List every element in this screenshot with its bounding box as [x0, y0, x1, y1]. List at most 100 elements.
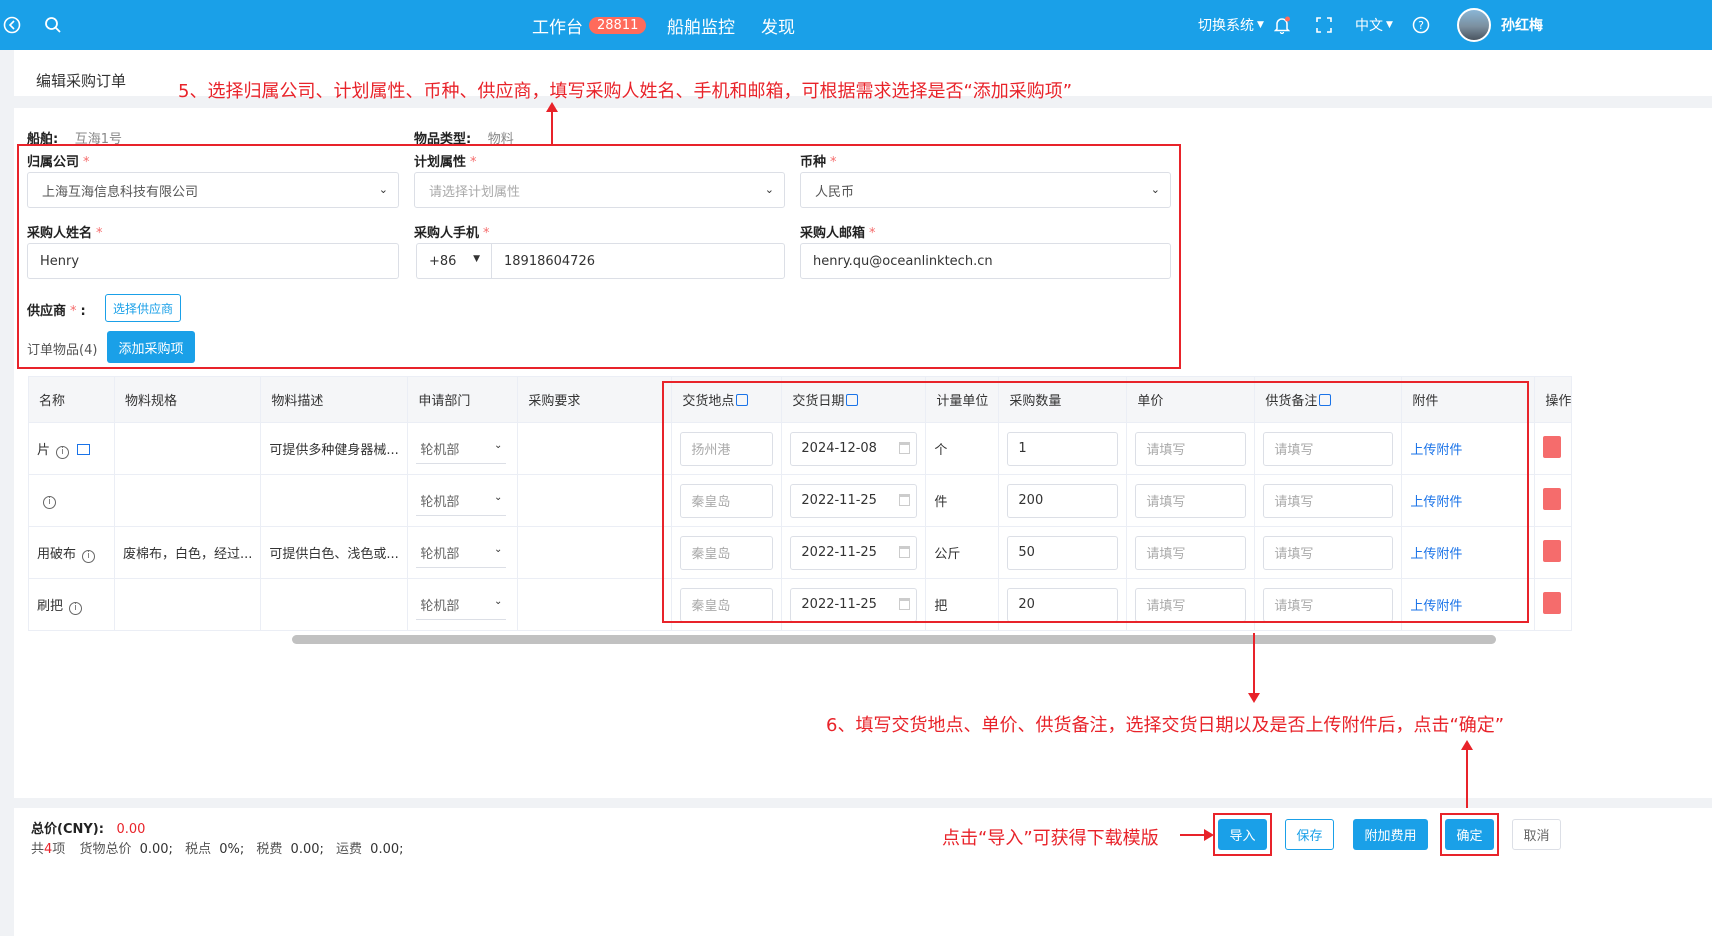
info-icon[interactable]: i	[82, 549, 96, 563]
required-mark: *	[83, 155, 90, 170]
dept-cell: 轮机部 ⌄	[407, 474, 519, 527]
requirement-cell	[517, 422, 673, 475]
company-select[interactable]: 上海互海信息科技有限公司 ⌄	[27, 172, 399, 208]
chevron-down-icon: ⌄	[494, 595, 503, 607]
dept-cell: 轮机部 ⌄	[407, 422, 519, 475]
buyer-name-input[interactable]: Henry	[27, 243, 399, 279]
currency-select-value: 人民币	[815, 184, 855, 200]
svg-text:?: ?	[1418, 19, 1424, 32]
user-menu[interactable]: 孙红梅	[1457, 0, 1543, 50]
step6-arrow	[1253, 633, 1255, 695]
phone-code-select[interactable]: +86 ▼	[416, 243, 492, 279]
action-cell	[1534, 526, 1573, 579]
dept-cell: 轮机部 ⌄	[407, 526, 519, 579]
dept-select[interactable]: 轮机部 ⌄	[416, 538, 507, 568]
dept-cell: 轮机部 ⌄	[407, 578, 519, 631]
confirm-arrow-head	[1461, 740, 1473, 750]
currency-label-text: 币种	[800, 155, 827, 170]
count-suffix: 项	[52, 842, 66, 857]
delete-icon[interactable]	[1543, 435, 1562, 458]
buyer-email-input[interactable]: henry.qu@oceanlinktech.cn	[800, 243, 1171, 279]
currency-select[interactable]: 人民币 ⌄	[800, 172, 1171, 208]
save-button[interactable]: 保存	[1285, 819, 1334, 850]
nav-discover[interactable]: 发现	[761, 0, 795, 50]
confirm-arrow	[1466, 746, 1468, 814]
language-dropdown[interactable]: 中文 ▼	[1355, 0, 1393, 50]
col-header-requirement: 采购要求	[517, 376, 673, 423]
item-name: 片	[37, 442, 51, 458]
item-spec	[113, 474, 262, 527]
select-supplier-button[interactable]: 选择供应商	[105, 294, 181, 322]
company-select-value: 上海互海信息科技有限公司	[42, 184, 199, 200]
buyer-phone-label-text: 采购人手机	[414, 226, 480, 241]
tax-rate-label: 税点	[185, 842, 212, 857]
delete-icon[interactable]	[1543, 591, 1562, 614]
nav-workbench-label: 工作台	[532, 17, 583, 38]
item-desc: 可提供白色、浅色或...	[260, 526, 409, 579]
item-name-cell: 片i	[28, 422, 115, 475]
buyer-email-label-text: 采购人邮箱	[800, 226, 866, 241]
dept-select[interactable]: 轮机部 ⌄	[416, 434, 507, 464]
item-name-cell: 用破布 i	[28, 526, 115, 579]
action-cell	[1534, 422, 1573, 475]
delete-icon[interactable]	[1543, 487, 1562, 510]
total-price-label: 总价(CNY):	[31, 822, 104, 837]
plan-attr-select[interactable]: 请选择计划属性 ⌄	[414, 172, 785, 208]
chevron-down-icon: ⌄	[764, 183, 774, 196]
search-icon[interactable]	[41, 13, 65, 37]
required-mark: *	[470, 155, 477, 170]
nav-vessel-monitor[interactable]: 船舶监控	[667, 0, 735, 50]
buyer-phone-input[interactable]: 18918604726	[491, 243, 785, 279]
col-header-spec: 物料规格	[113, 376, 262, 423]
col-header-name: 名称	[28, 376, 115, 423]
confirm-button[interactable]: 确定	[1445, 819, 1494, 850]
avatar	[1457, 8, 1491, 42]
summary-line: 共4项 货物总价 0.00; 税点 0%; 税费 0.00; 运费 0.00;	[31, 838, 404, 857]
chevron-down-icon: ⌄	[1150, 183, 1160, 196]
cancel-button[interactable]: 取消	[1512, 819, 1561, 850]
required-mark: *	[483, 226, 490, 241]
add-item-button[interactable]: 添加采购项	[107, 331, 195, 363]
step5-annotation: 5、选择归属公司、计划属性、币种、供应商，填写采购人姓名、手机和邮箱，可根据需求…	[178, 81, 1073, 102]
notification-bell-icon[interactable]	[1274, 0, 1290, 50]
dept-select[interactable]: 轮机部 ⌄	[416, 590, 507, 620]
action-cell	[1534, 474, 1573, 527]
nav-workbench[interactable]: 工作台 28811	[532, 0, 647, 50]
info-icon[interactable]: i	[69, 601, 83, 615]
required-mark: *	[96, 226, 103, 241]
item-spec	[113, 578, 262, 631]
language-label: 中文	[1355, 18, 1383, 34]
required-mark: *	[830, 155, 837, 170]
currency-label: 币种 *	[800, 151, 837, 170]
page-title: 编辑采购订单	[36, 72, 127, 90]
fullscreen-icon[interactable]	[1316, 0, 1332, 50]
total-price-value: 0.00	[116, 822, 146, 837]
buyer-name-label: 采购人姓名 *	[27, 222, 103, 241]
delete-icon[interactable]	[1543, 539, 1562, 562]
supplier-colon: :	[80, 304, 86, 319]
info-icon[interactable]: i	[56, 445, 70, 459]
dept-select[interactable]: 轮机部 ⌄	[416, 486, 507, 516]
back-icon[interactable]	[0, 13, 24, 37]
image-icon[interactable]	[77, 443, 91, 455]
item-desc	[260, 474, 409, 527]
col-header-dept: 申请部门	[407, 376, 519, 423]
caret-down-icon: ▼	[1257, 20, 1264, 30]
table-horizontal-scrollbar[interactable]	[292, 635, 1496, 644]
phone-code-value: +86	[429, 253, 457, 269]
step6-annotation: 6、填写交货地点、单价、供货备注，选择交货日期以及是否上传附件后，点击“确定”	[826, 715, 1505, 736]
goods-total-label: 货物总价	[79, 842, 132, 857]
buyer-name-label-text: 采购人姓名	[27, 226, 93, 241]
step5-arrow-head	[546, 102, 558, 112]
caret-down-icon: ▼	[473, 254, 480, 264]
top-nav-bar: 工作台 28811 船舶监控 发现 切换系统 ▼ 中文 ▼ ? 孙红梅	[0, 0, 1712, 50]
help-icon[interactable]: ?	[1412, 0, 1430, 50]
nav-vessel-monitor-label: 船舶监控	[667, 17, 735, 38]
extra-fee-button[interactable]: 附加费用	[1353, 819, 1428, 850]
switch-system-dropdown[interactable]: 切换系统 ▼	[1198, 0, 1264, 50]
info-icon[interactable]: i	[43, 495, 56, 509]
count-prefix: 共	[31, 842, 45, 857]
plan-attr-label-text: 计划属性	[414, 155, 467, 170]
dept-value: 轮机部	[420, 494, 460, 510]
import-button[interactable]: 导入	[1218, 819, 1267, 850]
